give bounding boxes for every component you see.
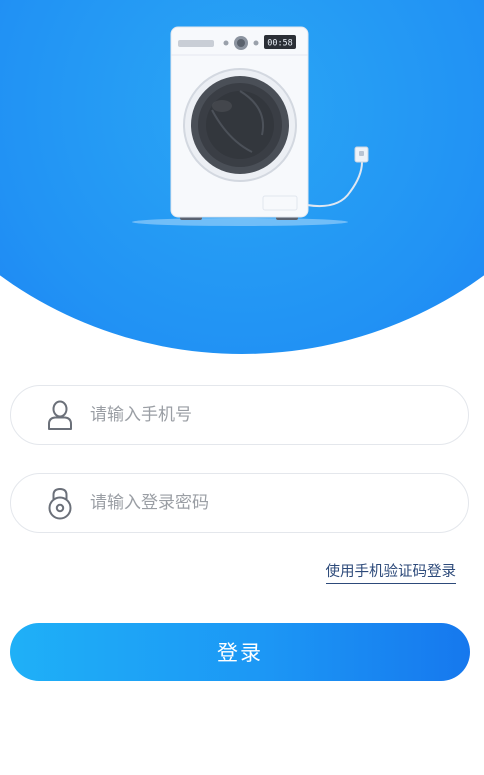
login-page: 00:58 使用手机验证码登录 登录	[0, 0, 484, 775]
washing-machine-illustration: 00:58	[132, 26, 369, 226]
sms-login-link[interactable]: 使用手机验证码登录	[325, 560, 456, 584]
login-button[interactable]: 登录	[10, 623, 470, 681]
user-icon	[44, 397, 76, 433]
washer-display-text: 00:58	[267, 39, 293, 49]
password-input[interactable]	[88, 492, 432, 514]
lock-icon	[44, 485, 76, 521]
phone-field[interactable]	[10, 385, 469, 445]
phone-input[interactable]	[88, 404, 432, 426]
password-field[interactable]	[10, 473, 469, 533]
